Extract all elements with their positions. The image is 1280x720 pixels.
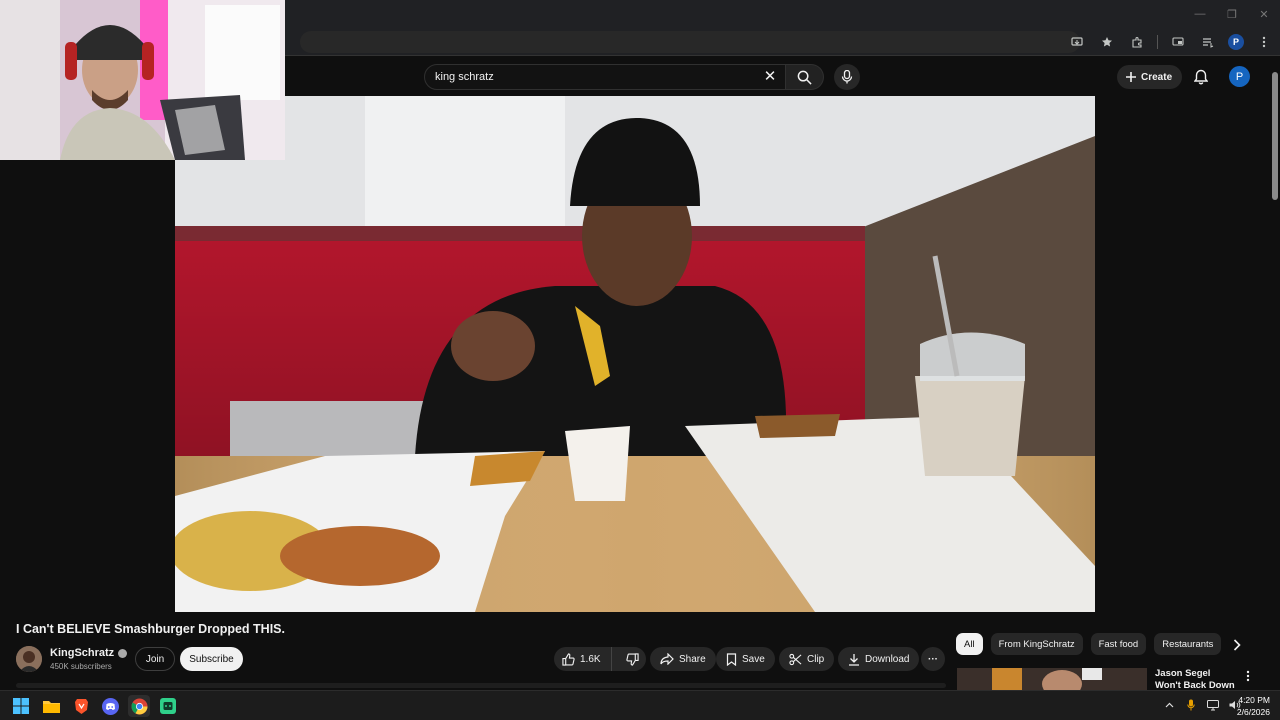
create-button[interactable]: Create <box>1117 65 1183 89</box>
window-controls: — ❐ ✕ <box>1184 0 1280 28</box>
join-button[interactable]: Join <box>135 647 175 671</box>
clip-button[interactable]: Clip <box>779 647 835 671</box>
like-count: 1.6K <box>580 653 601 665</box>
more-actions-button[interactable]: ··· <box>921 647 945 671</box>
account-avatar[interactable]: P <box>1229 66 1250 87</box>
video-frame-illustration <box>175 96 1095 612</box>
browser-menu-icon[interactable] <box>1254 32 1274 52</box>
taskbar-clock[interactable]: 4:20 PM 2/6/2026 <box>1237 694 1270 718</box>
voice-search-button[interactable] <box>834 64 860 90</box>
chevron-up-icon[interactable] <box>1162 697 1176 713</box>
restore-button[interactable]: ❐ <box>1216 0 1248 28</box>
clear-search-icon[interactable]: ✕ <box>760 66 780 86</box>
chevron-right-icon[interactable] <box>1228 636 1246 654</box>
minimize-button[interactable]: — <box>1184 0 1216 28</box>
like-dislike-group: 1.6K <box>554 647 646 671</box>
share-button[interactable]: Share <box>650 647 716 671</box>
browser-toolbar-icons: P <box>1067 32 1274 52</box>
windows-logo-icon <box>13 698 29 714</box>
plus-icon <box>1126 72 1136 82</box>
install-app-icon[interactable] <box>1067 32 1087 52</box>
video-title: I Can't BELIEVE Smashburger Dropped THIS… <box>16 622 285 636</box>
recommendation-title[interactable]: Jason Segel Won't Back Down While <box>1155 668 1237 690</box>
webcam-illustration <box>0 0 285 160</box>
clock-date: 2/6/2026 <box>1236 707 1270 717</box>
chip-fast-food[interactable]: Fast food <box>1090 633 1147 655</box>
system-tray <box>1162 697 1242 713</box>
network-icon[interactable] <box>1206 697 1220 713</box>
share-label: Share <box>679 653 706 665</box>
save-button[interactable]: Save <box>716 647 775 671</box>
bell-icon <box>1194 69 1208 85</box>
search-icon <box>797 70 812 85</box>
subscribe-button[interactable]: Subscribe <box>180 647 243 671</box>
toolbar-divider <box>1157 35 1158 49</box>
bookmark-icon <box>726 652 737 666</box>
file-explorer-app[interactable] <box>40 695 62 717</box>
brave-browser-app[interactable] <box>70 695 92 717</box>
like-button[interactable]: 1.6K <box>554 647 612 671</box>
chrome-app[interactable] <box>128 695 150 717</box>
dislike-button[interactable] <box>617 647 648 671</box>
windows-taskbar: 4:20 PM 2/6/2026 <box>0 690 1280 720</box>
android-emulator-app[interactable] <box>157 695 179 717</box>
subscriber-count: 450K subscribers <box>50 662 112 671</box>
recommendation-thumbnail[interactable] <box>957 668 1147 690</box>
channel-name: KingSchratz <box>50 647 115 659</box>
verified-check-icon <box>118 648 128 658</box>
microphone-tray-icon[interactable] <box>1184 697 1198 713</box>
notifications-button[interactable] <box>1190 66 1212 88</box>
scrollbar-thumb[interactable] <box>1272 72 1278 200</box>
scissors-icon <box>789 653 802 665</box>
extensions-icon[interactable] <box>1127 32 1147 52</box>
screen: — ❐ ✕ P king schratz ✕ Create P I Can't … <box>0 0 1280 720</box>
clock-time: 4:20 PM <box>1238 695 1270 705</box>
discord-icon <box>101 697 119 715</box>
brave-lion-icon <box>74 699 88 714</box>
discord-app[interactable] <box>99 695 121 717</box>
download-icon <box>849 653 859 666</box>
browser-profile-avatar[interactable]: P <box>1228 34 1244 50</box>
bookmark-star-icon[interactable] <box>1097 32 1117 52</box>
robot-icon <box>160 698 176 714</box>
address-bar[interactable] <box>300 31 1080 53</box>
cast-icon[interactable] <box>1168 32 1188 52</box>
thumbs-up-icon <box>562 652 575 666</box>
download-button[interactable]: Download <box>838 647 920 671</box>
chip-from-kingschratz[interactable]: From KingSchratz <box>990 633 1083 655</box>
channel-avatar[interactable] <box>16 646 42 672</box>
clip-label: Clip <box>807 653 825 665</box>
recommendation-menu-icon[interactable] <box>1242 668 1254 684</box>
share-arrow-icon <box>660 653 674 665</box>
microphone-icon <box>841 70 853 84</box>
video-player[interactable] <box>175 96 1095 612</box>
thumbs-down-icon <box>625 652 639 666</box>
media-queue-icon[interactable] <box>1198 32 1218 52</box>
save-label: Save <box>742 653 765 665</box>
close-window-button[interactable]: ✕ <box>1248 0 1280 28</box>
search-bar <box>424 64 786 90</box>
chip-restaurants[interactable]: Restaurants <box>1154 633 1222 655</box>
search-button[interactable] <box>786 64 824 90</box>
webcam-overlay <box>0 0 285 160</box>
filter-chips: All From KingSchratz Fast food Restauran… <box>956 633 1222 655</box>
chip-all[interactable]: All <box>956 633 983 655</box>
start-button[interactable] <box>10 695 32 717</box>
download-label: Download <box>865 653 910 665</box>
channel-name-link[interactable]: KingSchratz <box>50 647 128 659</box>
description-box-edge[interactable] <box>16 683 946 688</box>
chrome-icon <box>131 698 147 714</box>
search-input[interactable] <box>435 71 755 83</box>
folder-icon <box>42 701 60 713</box>
create-label: Create <box>1141 71 1173 83</box>
